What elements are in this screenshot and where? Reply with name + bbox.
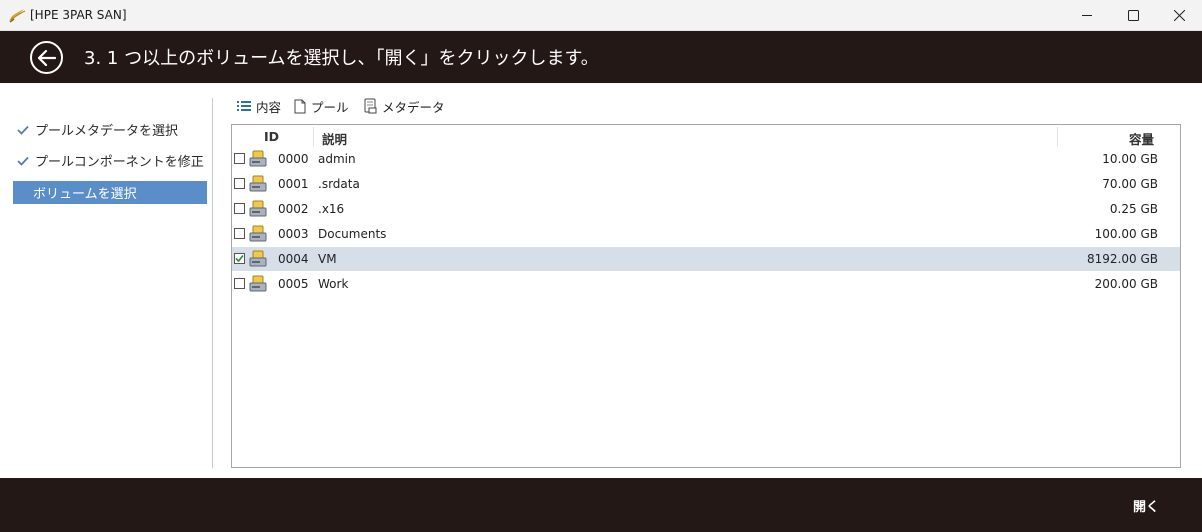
table-row[interactable]: 0000 admin 10.00 GB: [232, 147, 1180, 171]
row-id: 0005: [278, 277, 309, 291]
row-description: VM: [318, 252, 337, 266]
wizard-header: 3. 1 つ以上のボリュームを選択し、「開く」をクリックします。: [0, 31, 1202, 83]
metadata-button[interactable]: メタデータ: [364, 96, 445, 116]
column-header-size[interactable]: 容量: [1129, 129, 1154, 148]
column-header-id[interactable]: ID: [264, 129, 279, 144]
row-id: 0000: [278, 152, 309, 166]
volume-table: ID 説明 容量 0000 admin 10.00 GB 0001 .srdat…: [231, 124, 1181, 468]
title-bar: [HPE 3PAR SAN]: [0, 0, 1202, 31]
column-header-description[interactable]: 説明: [322, 129, 347, 148]
volume-icon: [249, 225, 267, 242]
pool-button[interactable]: プール: [294, 96, 349, 116]
table-row[interactable]: 0002 .x16 0.25 GB: [232, 197, 1180, 221]
row-description: Documents: [318, 227, 387, 241]
sidebar-divider: [212, 98, 213, 468]
column-divider: [1057, 127, 1058, 147]
row-description: .x16: [318, 202, 345, 216]
close-button[interactable]: [1156, 0, 1202, 31]
column-divider: [313, 127, 314, 147]
row-checkbox[interactable]: [234, 203, 245, 214]
pool-label: プール: [311, 99, 349, 115]
row-size: 200.00 GB: [1094, 277, 1158, 291]
step-fix-pool-components[interactable]: プールコンポーネントを修正: [13, 149, 207, 172]
document-icon: [294, 99, 306, 113]
row-size: 70.00 GB: [1102, 177, 1158, 191]
window-title: [HPE 3PAR SAN]: [30, 8, 127, 22]
row-description: admin: [318, 152, 356, 166]
table-row[interactable]: 0001 .srdata 70.00 GB: [232, 172, 1180, 196]
wizard-footer: 開く: [0, 478, 1202, 532]
table-header: ID 説明 容量: [232, 125, 1180, 149]
volume-icon: [249, 150, 267, 167]
volume-icon: [249, 275, 267, 292]
row-checkbox[interactable]: [234, 178, 245, 189]
row-id: 0003: [278, 227, 309, 241]
contents-button[interactable]: 内容: [237, 96, 281, 116]
minimize-icon: [1081, 15, 1092, 16]
row-checkbox[interactable]: [234, 228, 245, 239]
page-title: 3. 1 つ以上のボリュームを選択し、「開く」をクリックします。: [84, 48, 599, 69]
row-id: 0001: [278, 177, 309, 191]
volume-icon: [249, 175, 267, 192]
step-label: プールコンポーネントを修正: [35, 155, 204, 170]
row-id: 0004: [278, 252, 309, 266]
table-row[interactable]: 0003 Documents 100.00 GB: [232, 222, 1180, 246]
checkmark-icon: [235, 254, 244, 263]
arrow-left-icon: [37, 49, 56, 66]
checkmark-icon: [17, 156, 29, 166]
step-label: ボリュームを選択: [33, 187, 137, 202]
close-icon: [1173, 10, 1185, 21]
row-id: 0002: [278, 202, 309, 216]
maximize-icon: [1127, 10, 1139, 21]
app-wing-icon: [9, 9, 26, 23]
contents-label: 内容: [256, 99, 282, 115]
table-row[interactable]: 0005 Work 200.00 GB: [232, 272, 1180, 296]
minimize-button[interactable]: [1064, 0, 1110, 31]
row-checkbox-checked[interactable]: [234, 253, 245, 264]
volume-icon: [249, 250, 267, 267]
metadata-label: メタデータ: [382, 99, 445, 115]
back-button[interactable]: [30, 41, 63, 74]
row-description: Work: [318, 277, 349, 291]
step-select-pool-metadata[interactable]: プールメタデータを選択: [13, 118, 207, 141]
row-checkbox[interactable]: [234, 278, 245, 289]
step-select-volumes[interactable]: ボリュームを選択: [13, 181, 207, 204]
row-size: 10.00 GB: [1102, 152, 1158, 166]
row-size: 0.25 GB: [1109, 202, 1158, 216]
maximize-button[interactable]: [1110, 0, 1156, 31]
volume-icon: [249, 200, 267, 217]
table-row-selected[interactable]: 0004 VM 8192.00 GB: [232, 247, 1180, 271]
list-icon: [237, 101, 251, 111]
row-size: 8192.00 GB: [1087, 252, 1158, 266]
checkmark-icon: [17, 125, 29, 135]
step-label: プールメタデータを選択: [35, 124, 179, 139]
wizard-steps: プールメタデータを選択 プールコンポーネントを修正 ボリュームを選択: [0, 83, 212, 478]
open-button[interactable]: 開く: [1116, 494, 1176, 516]
metadata-icon: [364, 98, 377, 114]
row-description: .srdata: [318, 177, 360, 191]
row-size: 100.00 GB: [1094, 227, 1158, 241]
row-checkbox[interactable]: [234, 153, 245, 164]
